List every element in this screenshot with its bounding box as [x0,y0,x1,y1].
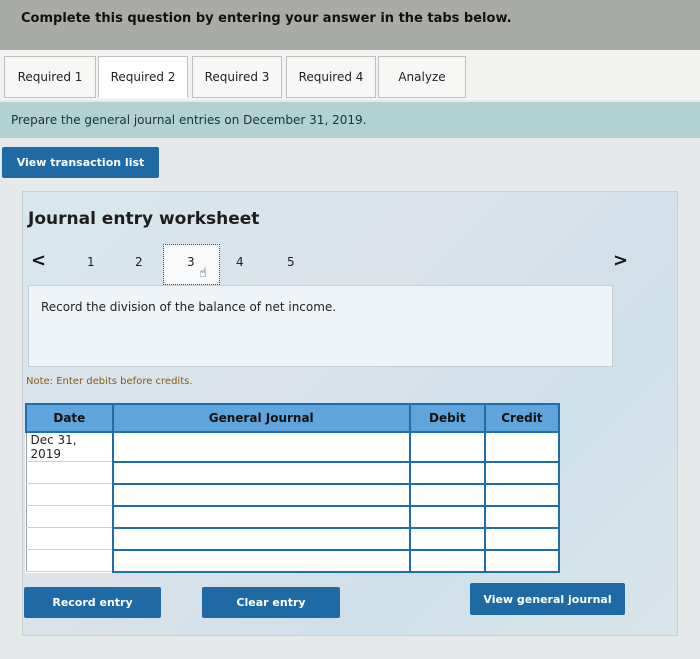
date-cell [25,505,114,528]
page-5[interactable]: 5 [287,255,295,269]
banner-text: Complete this question by entering your … [21,11,512,26]
credit-input[interactable] [483,460,561,485]
instruction-text: Prepare the general journal entries on D… [11,113,367,127]
tab-bar: Required 1 Required 2 Required 3 Require… [0,50,700,100]
date-cell: Dec 31, 2019 [25,431,114,462]
tab-required-2[interactable]: Required 2 [98,56,188,98]
journal-account-input[interactable] [111,431,411,463]
debit-input[interactable] [408,460,486,485]
table-row [25,548,561,573]
tab-required-4[interactable]: Required 4 [286,56,376,98]
hand-cursor-icon: ☝ [199,266,207,281]
date-cell [25,461,114,484]
general-journal-header: General Journal [111,403,411,433]
table-row [25,482,561,507]
page-1[interactable]: 1 [87,255,95,269]
table-row [25,504,561,529]
date-cell [25,527,114,550]
tab-label: Required 1 [17,70,83,84]
tab-required-3[interactable]: Required 3 [192,56,282,98]
table-row [25,526,561,551]
note-text: Note: Enter debits before credits. [26,376,193,387]
tab-analyze[interactable]: Analyze [378,56,466,98]
debit-input[interactable] [408,431,486,463]
journal-account-input[interactable] [111,482,411,507]
record-instruction-text: Record the division of the balance of ne… [41,300,337,314]
date-cell [25,549,114,572]
debit-header: Debit [408,403,486,433]
credit-input[interactable] [483,548,561,573]
record-instruction-box: Record the division of the balance of ne… [28,285,613,367]
journal-account-input[interactable] [111,460,411,485]
tab-label: Required 3 [204,70,270,84]
next-page-icon[interactable]: > [613,250,628,271]
credit-input[interactable] [483,482,561,507]
record-entry-button[interactable]: Record entry [24,587,161,618]
page-2[interactable]: 2 [135,255,143,269]
question-banner: Complete this question by entering your … [0,0,700,50]
journal-account-input[interactable] [111,548,411,573]
journal-account-input[interactable] [111,526,411,551]
table-row [25,460,561,485]
credit-input[interactable] [483,504,561,529]
previous-page-icon[interactable]: < [31,250,46,271]
tab-label: Required 2 [110,70,176,84]
journal-account-input[interactable] [111,504,411,529]
view-general-journal-button[interactable]: View general journal [470,583,625,615]
tab-label: Required 4 [298,70,364,84]
tab-required-1[interactable]: Required 1 [4,56,96,98]
debit-input[interactable] [408,482,486,507]
credit-input[interactable] [483,526,561,551]
date-header: Date [25,403,114,433]
instruction-bar: Prepare the general journal entries on D… [0,102,700,138]
credit-input[interactable] [483,431,561,463]
debit-input[interactable] [408,504,486,529]
page-3[interactable]: 3 [187,255,195,269]
page-4[interactable]: 4 [236,255,244,269]
table-row: Dec 31, 2019 [25,431,561,463]
debit-input[interactable] [408,548,486,573]
worksheet-title: Journal entry worksheet [28,209,260,229]
clear-entry-button[interactable]: Clear entry [202,587,340,618]
journal-table: Date General Journal Debit Credit Dec 31… [25,403,561,573]
tab-label: Analyze [398,70,446,84]
date-cell [25,483,114,506]
debit-input[interactable] [408,526,486,551]
credit-header: Credit [483,403,561,433]
view-transaction-list-button[interactable]: View transaction list [2,147,159,178]
